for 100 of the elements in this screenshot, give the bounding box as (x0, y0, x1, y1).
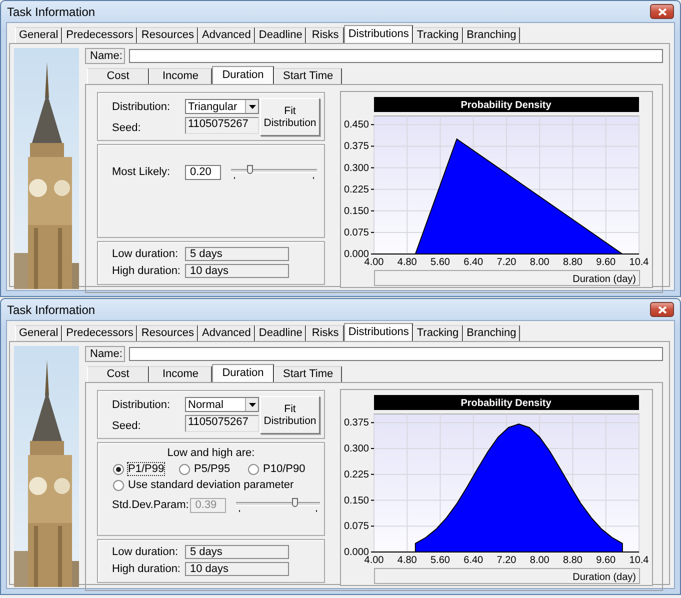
axis-tick-label: 8.80 (563, 257, 582, 268)
fit-distribution-button[interactable]: Fit Distribution (260, 98, 320, 136)
axis-tick-label: 7.20 (496, 257, 516, 268)
axis-tick-label: 0.150 (344, 495, 369, 506)
duration-field: 10 days (185, 264, 289, 278)
window-title: Task Information (7, 302, 96, 316)
tab[interactable]: Predecessors (62, 27, 138, 43)
tab[interactable]: General (15, 27, 62, 43)
axis-tick-label: 0.300 (344, 444, 369, 454)
window-title: Task Information (7, 4, 96, 18)
tab[interactable]: Risks (306, 27, 344, 43)
x-axis-title: Duration (day) (572, 572, 636, 583)
axis-tick-label: 8.00 (530, 257, 550, 268)
chart-title: Probability Density (374, 97, 639, 112)
name-field[interactable] (129, 49, 663, 63)
field-label: Distribution: (112, 398, 172, 410)
axis-tick-label: 0.450 (344, 120, 369, 131)
axis-tick-label: 0.375 (344, 141, 369, 152)
close-button[interactable] (650, 4, 674, 19)
axis-tick-label: 5.60 (430, 257, 450, 268)
tab[interactable]: Duration (212, 364, 274, 382)
most-likely-field[interactable]: 0.20 (185, 164, 221, 180)
axis-tick-label: 0.150 (344, 206, 369, 217)
axis-tick-label: 10.4 (629, 257, 649, 268)
axis-tick-label: 7.20 (496, 555, 516, 566)
seed-field[interactable]: 1105075267 (185, 415, 259, 432)
axis-tick-label: 4.80 (397, 555, 417, 566)
caret-icon (248, 402, 256, 406)
tab[interactable]: Distributions (344, 25, 413, 43)
axis-tick-label: 0.225 (344, 184, 369, 196)
radio-option[interactable]: P1/P99 (113, 463, 179, 475)
close-icon (658, 306, 666, 314)
tab[interactable]: Risks (306, 325, 344, 341)
tab[interactable]: Income (149, 366, 212, 382)
tab[interactable]: Duration (212, 66, 274, 84)
tab[interactable]: Deadline (254, 325, 306, 341)
axis-tick-label: 4.80 (397, 257, 417, 268)
axis-tick-label: 9.60 (596, 257, 616, 268)
distribution-dropdown[interactable]: Normal (185, 397, 259, 412)
radio-option[interactable]: P5/P95 (179, 463, 248, 475)
distribution-dropdown[interactable]: Triangular (185, 99, 259, 114)
tab[interactable]: Cost (87, 366, 149, 382)
radio-option[interactable]: P10/P90 (248, 463, 318, 475)
field-label: Distribution: (112, 100, 172, 112)
field-label: High duration: (112, 563, 182, 575)
tab[interactable]: Start Time (274, 68, 342, 84)
slider-thumb[interactable] (292, 498, 298, 507)
tab[interactable]: Distributions (344, 323, 413, 341)
field-label: Most Likely: (112, 166, 172, 178)
axis-title: Duration (day) (374, 568, 640, 584)
tab[interactable]: Tracking (412, 325, 463, 341)
tab[interactable]: Tracking (412, 27, 463, 43)
tab[interactable]: Income (149, 68, 212, 84)
tab[interactable]: Start Time (274, 366, 342, 382)
seed-field[interactable]: 1105075267 (185, 117, 259, 134)
tab[interactable]: Resources (137, 325, 198, 341)
chart-title: Probability Density (460, 398, 552, 409)
axis-tick-label: 8.80 (563, 555, 582, 566)
duration-field: 5 days (185, 545, 289, 559)
axis-tick-label: 9.60 (596, 555, 616, 566)
tab[interactable]: Advanced (198, 325, 255, 341)
tab[interactable]: Deadline (254, 27, 306, 43)
duration-field: 10 days (185, 562, 289, 576)
tab[interactable]: Resources (137, 27, 198, 43)
tab[interactable]: General (15, 325, 62, 341)
axis-tick-label: 8.00 (530, 555, 550, 566)
axis-tick-label: 6.40 (464, 257, 484, 268)
axis-tick-label: 6.40 (464, 555, 484, 566)
fit-distribution-button[interactable]: Fit Distribution (260, 396, 320, 434)
axis-tick-label: 4.00 (364, 257, 384, 268)
radio-option[interactable]: Use standard deviation parameter (113, 479, 318, 491)
field-label: Low duration: (112, 248, 180, 260)
tab[interactable]: Branching (462, 27, 520, 43)
axis-title: Duration (day) (374, 270, 640, 286)
slider[interactable] (231, 164, 317, 180)
slider[interactable] (236, 497, 320, 513)
tab[interactable]: Advanced (198, 27, 255, 43)
close-button[interactable] (650, 302, 674, 317)
duration-field: 5 days (185, 247, 289, 261)
axis-tick-label: 5.60 (430, 555, 450, 566)
axis-tick-label: 0.225 (344, 469, 369, 480)
x-axis-title: Duration (day) (572, 274, 636, 285)
axis-tick-label: 4.00 (364, 555, 384, 566)
axis-tick-label: 0.075 (344, 227, 369, 238)
group-heading: Low and high are: (166, 447, 256, 459)
field-label: Seed: (112, 418, 142, 432)
tab[interactable]: Predecessors (62, 325, 138, 341)
field-label: High duration: (112, 265, 182, 277)
axis-tick-label: 10.4 (629, 555, 649, 566)
field-label: Std.Dev.Param: (112, 499, 190, 511)
name-field[interactable] (129, 347, 663, 361)
axis-tick-label: 0.075 (344, 521, 369, 532)
chart-title: Probability Density (460, 100, 552, 111)
name-label: Name: (85, 48, 125, 64)
chart-title: Probability Density (374, 395, 639, 410)
tab[interactable]: Branching (462, 325, 520, 341)
close-icon (658, 8, 666, 16)
axis-tick-label: 0.375 (344, 418, 369, 429)
slider-thumb[interactable] (246, 165, 253, 174)
tab[interactable]: Cost (87, 68, 149, 84)
